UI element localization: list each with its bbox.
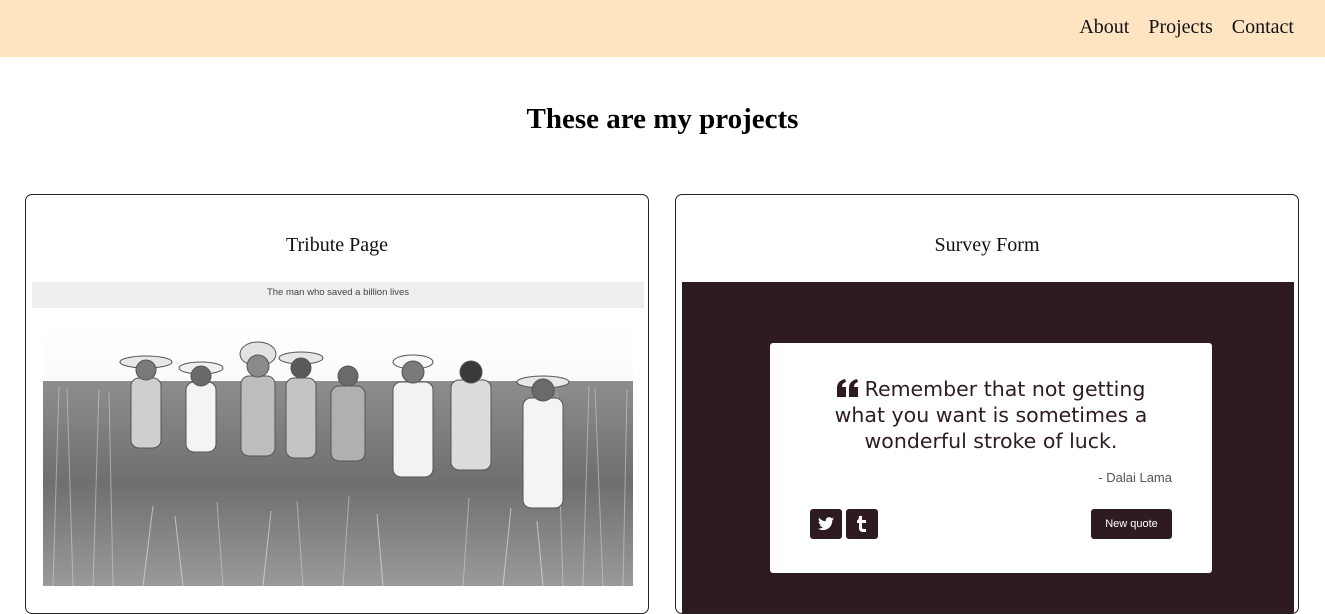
tweet-button[interactable] bbox=[810, 509, 842, 539]
project-title: Tribute Page bbox=[285, 234, 389, 256]
tribute-photo bbox=[43, 326, 633, 586]
twitter-icon bbox=[818, 517, 834, 531]
tribute-header: The man who saved a billion lives bbox=[32, 282, 644, 308]
project-card-survey[interactable]: Survey Form Remember that not getting wh… bbox=[675, 194, 1299, 614]
project-title: Survey Form bbox=[934, 234, 1040, 256]
nav-link-about[interactable]: About bbox=[1079, 15, 1129, 39]
page-title: These are my projects bbox=[526, 103, 799, 135]
tribute-header-text: The man who saved a billion lives bbox=[266, 287, 410, 298]
tumblr-icon bbox=[857, 516, 866, 532]
quote-box: Remember that not getting what you want … bbox=[770, 343, 1212, 573]
nav-links: About Projects Contact bbox=[1079, 15, 1294, 39]
nav-link-contact[interactable]: Contact bbox=[1232, 15, 1294, 39]
quote-left-icon bbox=[836, 379, 858, 397]
project-preview-tribute[interactable]: The man who saved a billion lives bbox=[32, 282, 644, 613]
quote-text: Remember that not getting what you want … bbox=[815, 376, 1167, 454]
project-card-tribute[interactable]: Tribute Page The man who saved a billion… bbox=[25, 194, 649, 614]
quote-background: Remember that not getting what you want … bbox=[682, 282, 1294, 613]
navbar: About Projects Contact bbox=[0, 0, 1325, 57]
project-preview-survey[interactable]: Remember that not getting what you want … bbox=[682, 282, 1294, 613]
nav-link-projects[interactable]: Projects bbox=[1148, 15, 1212, 39]
new-quote-button[interactable]: New quote bbox=[1091, 509, 1172, 539]
tribute-photo-image bbox=[43, 326, 633, 586]
tumblr-button[interactable] bbox=[846, 509, 878, 539]
quote-body: Remember that not getting what you want … bbox=[834, 377, 1148, 453]
quote-author: - Dalai Lama bbox=[1098, 470, 1172, 485]
